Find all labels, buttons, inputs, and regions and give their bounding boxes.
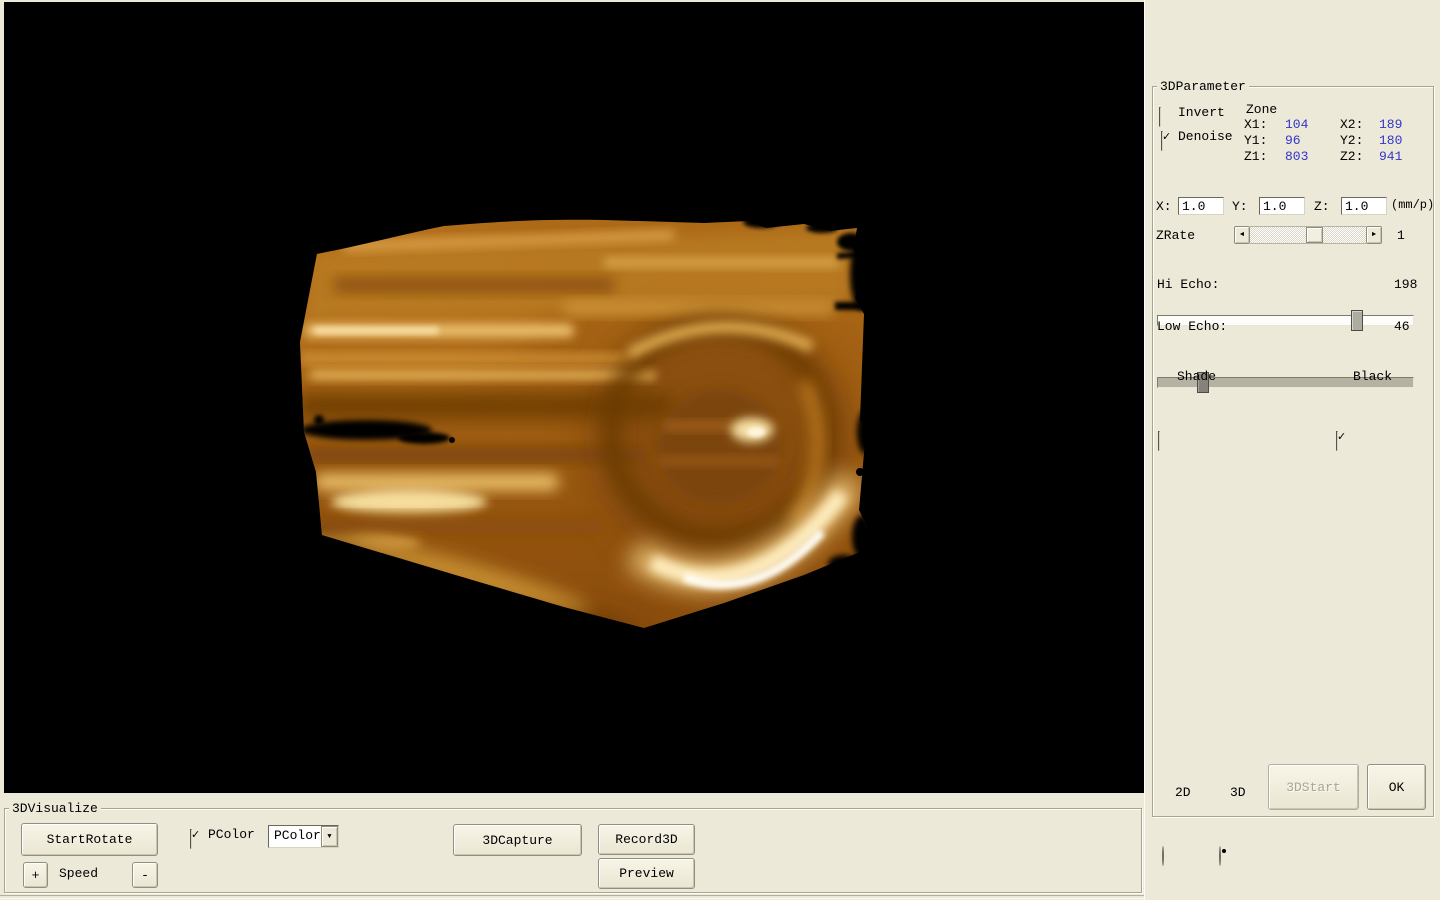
black-checkbox[interactable]: ✓ [1336,431,1338,451]
invert-checkbox[interactable]: ✓ [1159,107,1161,127]
zrate-label: ZRate [1156,229,1195,243]
check-icon: ✓ [1337,430,1346,443]
invert-label: Invert [1178,106,1225,120]
zone-z2-value: 941 [1379,150,1402,164]
denoise-checkbox[interactable]: ✓ [1161,131,1163,151]
zone-y2-value: 180 [1379,134,1402,148]
zrate-right-arrow-icon[interactable]: ► [1366,226,1382,244]
zone-x1-label: X1: [1244,118,1267,132]
3dcapture-button[interactable]: 3DCapture [453,824,582,856]
zone-label: Zone [1246,103,1277,117]
hi-echo-thumb[interactable] [1351,310,1363,331]
speed-plus-button[interactable]: + [23,862,48,888]
mode-2d-label: 2D [1175,786,1191,800]
speed-label: Speed [59,867,98,881]
pcolor-checkbox[interactable]: ✓ [190,829,192,849]
x-scale-input[interactable] [1178,197,1224,215]
ok-button[interactable]: OK [1367,764,1426,810]
render-viewport[interactable] [4,2,1144,793]
zone-y2-label: Y2: [1340,134,1363,148]
zone-y1-label: Y1: [1244,134,1267,148]
zone-z1-value: 803 [1285,150,1308,164]
y-scale-label: Y: [1232,200,1248,214]
pcolor-dropdown[interactable]: PColor ▼ [268,825,339,848]
record3d-button[interactable]: Record3D [598,824,695,855]
parameter-group-title: 3DParameter [1157,79,1249,94]
3dstart-button[interactable]: 3DStart [1268,764,1359,810]
ultrasound-volume-render [4,2,1144,793]
black-label: Black [1353,370,1392,384]
mode-3d-label: 3D [1230,786,1246,800]
zone-x1-value: 104 [1285,118,1308,132]
hi-echo-value: 198 [1394,278,1417,292]
preview-button[interactable]: Preview [598,858,695,889]
y-scale-input[interactable] [1259,197,1305,215]
app-window: 3DParameter ✓ Invert ✓ Denoise Zone X1: … [0,0,1440,900]
zone-z1-label: Z1: [1244,150,1267,164]
zrate-value: 1 [1397,229,1405,243]
zone-z2-label: Z2: [1340,150,1363,164]
denoise-label: Denoise [1178,130,1233,144]
shade-label: Shade [1177,370,1216,384]
check-icon: ✓ [1162,130,1171,143]
zrate-thumb[interactable] [1306,227,1323,243]
zrate-track[interactable] [1250,226,1366,244]
zone-x2-value: 189 [1379,118,1402,132]
pcolor-dropdown-value: PColor [269,826,321,847]
speed-minus-button[interactable]: - [132,862,158,888]
pcolor-label: PColor [208,828,255,842]
hi-echo-label: Hi Echo: [1157,278,1219,292]
low-echo-value: 46 [1394,320,1410,334]
visualize-groupbox: 3DVisualize StartRotate + Speed - ✓ PCol… [4,808,1142,893]
zone-y1-value: 96 [1285,134,1301,148]
window-bottom-edge [0,895,1144,899]
mode-3d-radio[interactable] [1219,846,1221,866]
x-scale-label: X: [1156,200,1172,214]
zrate-scrollbar[interactable]: ◄ ► [1234,226,1382,244]
zrate-left-arrow-icon[interactable]: ◄ [1234,226,1250,244]
scale-unit-label: (mm/p) [1391,199,1434,212]
low-echo-label: Low Echo: [1157,320,1227,334]
check-icon: ✓ [191,828,200,841]
parameter-groupbox: 3DParameter ✓ Invert ✓ Denoise Zone X1: … [1152,86,1434,817]
dropdown-arrow-icon[interactable]: ▼ [321,826,338,847]
z-scale-input[interactable] [1341,197,1387,215]
zone-x2-label: X2: [1340,118,1363,132]
visualize-group-title: 3DVisualize [9,801,101,816]
z-scale-label: Z: [1314,200,1330,214]
shade-checkbox[interactable]: ✓ [1158,431,1160,451]
start-rotate-button[interactable]: StartRotate [21,823,158,856]
mode-2d-radio[interactable] [1162,846,1164,866]
